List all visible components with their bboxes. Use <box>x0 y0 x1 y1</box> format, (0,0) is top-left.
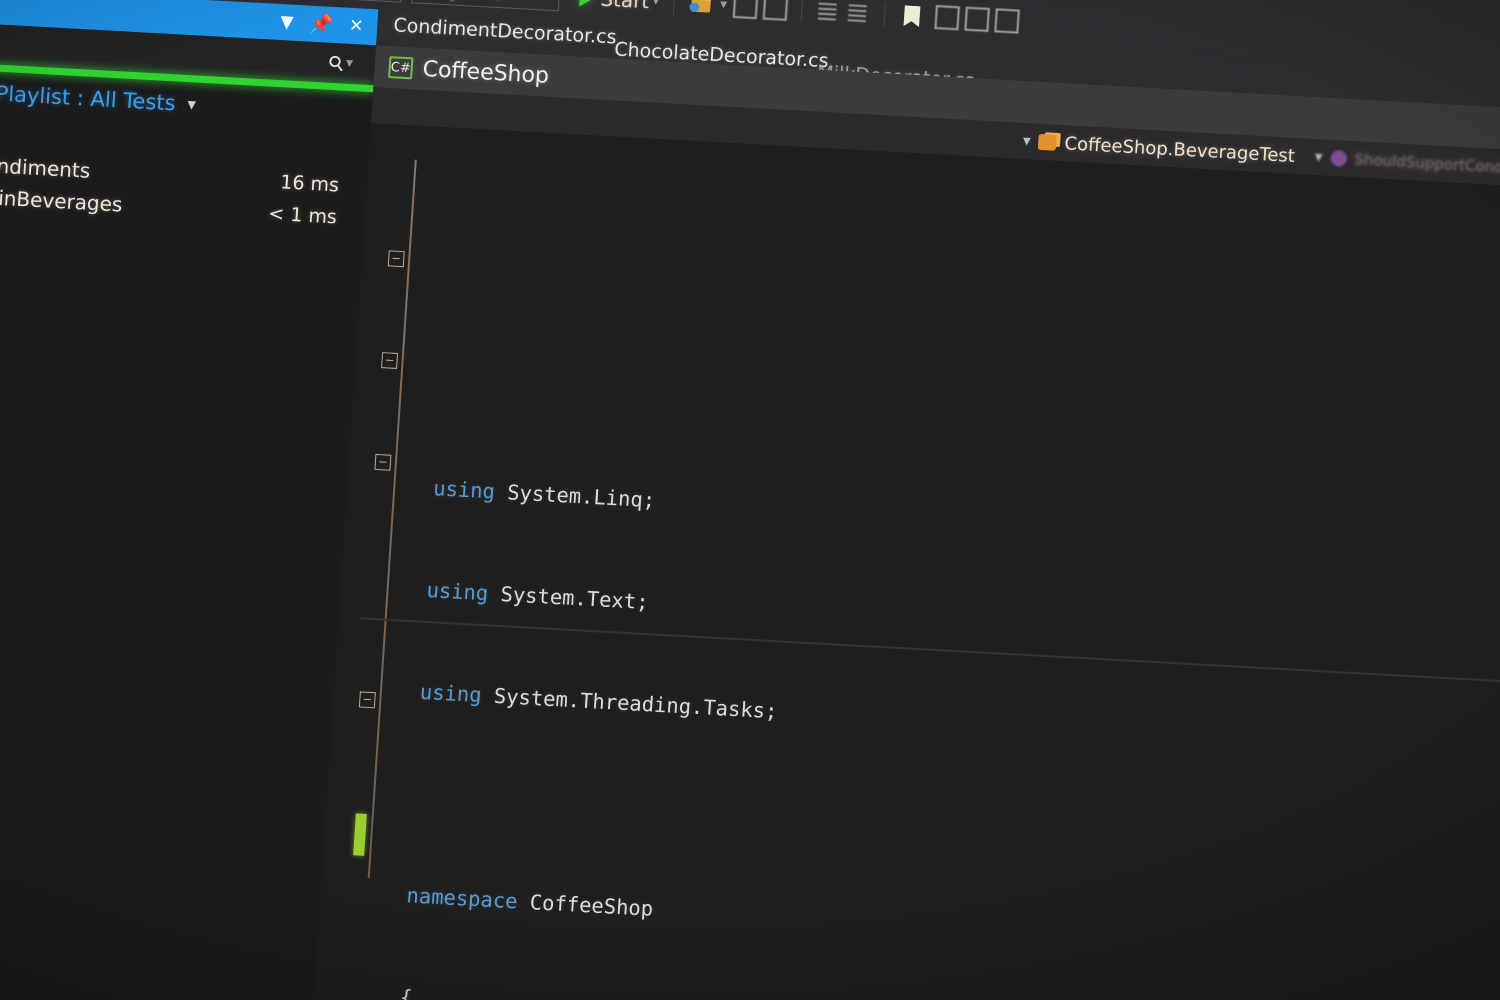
chevron-down-icon: ▼ <box>1022 135 1031 147</box>
code-line: using System.Threading.Tasks; <box>419 679 779 724</box>
play-icon <box>578 0 595 8</box>
chevron-down-icon[interactable]: ▼ <box>280 12 294 33</box>
csharp-file-icon: C# <box>388 56 414 80</box>
test-name: portCondiments <box>0 150 92 183</box>
playlist-selector[interactable]: Playlist : All Tests <box>0 82 176 116</box>
close-icon[interactable]: ✕ <box>349 15 365 36</box>
change-marker <box>353 813 367 856</box>
code-line: using System.Text; <box>425 577 650 615</box>
next-bookmark-icon[interactable] <box>963 6 990 32</box>
increase-indent-icon[interactable] <box>845 0 871 25</box>
toolbar-divider-4 <box>800 0 803 22</box>
fold-toggle-method-2[interactable]: – <box>358 691 376 709</box>
previous-bookmark-icon[interactable] <box>933 5 960 31</box>
find-in-files-icon[interactable] <box>687 0 719 19</box>
chevron-down-icon: ▼ <box>543 0 551 1</box>
toolbar-divider-5 <box>883 2 886 27</box>
find-dropdown-icon[interactable]: ▼ <box>720 0 728 10</box>
fold-toggle-method-1[interactable]: – <box>374 453 392 471</box>
collapse-guide-line <box>367 159 417 879</box>
playlist-dropdown-icon[interactable]: ▼ <box>187 98 196 111</box>
class-icon <box>1038 133 1058 151</box>
code-line: namespace CoffeeShop <box>405 883 654 921</box>
uncomment-icon[interactable] <box>762 0 788 21</box>
chevron-down-icon: ▼ <box>1314 151 1323 163</box>
active-document-label: CoffeeShop <box>421 56 550 89</box>
method-icon <box>1329 149 1347 167</box>
decrease-indent-icon[interactable] <box>815 0 841 24</box>
navigation-member-label: ShouldSupportCondiments() <box>1353 150 1500 180</box>
toggle-bookmark-icon[interactable] <box>898 1 930 31</box>
solution-configuration-combo[interactable]: Debug ▼ <box>291 0 403 3</box>
test-duration: < 1 ms <box>267 202 338 229</box>
visual-studio-window: Project Build Debug Team Tools Test Anal… <box>0 0 1500 1000</box>
pin-icon[interactable]: 📌 <box>309 12 334 35</box>
editor-area: CondimentDecorator.cs ChocolateDecorator… <box>308 9 1500 1000</box>
solution-platform-value: Any CPU <box>424 0 506 4</box>
start-debug-button[interactable]: Start ▼ <box>578 0 660 14</box>
photo-frame: Project Build Debug Team Tools Test Anal… <box>0 0 1500 1000</box>
test-name: portPlainBeverages <box>0 181 124 217</box>
start-dropdown-icon[interactable]: ▼ <box>652 0 660 7</box>
clear-bookmarks-icon[interactable] <box>993 8 1020 34</box>
search-icon[interactable]: ⚲ <box>324 49 350 77</box>
code-line: using System.Linq; <box>432 476 656 513</box>
toolbar-divider-3 <box>672 0 675 15</box>
navigation-type-label: CoffeeShop.BeverageTest <box>1063 132 1296 167</box>
code-line: { <box>399 985 414 1000</box>
test-explorer-panel: Test Explorer ▼ 📌 ✕ ⚲ ▼ ▼ Playlist : All… <box>0 0 379 1000</box>
code-editor-surface[interactable]: – – – – using System.Linq; using System.… <box>308 123 1500 1000</box>
fold-toggle-namespace[interactable]: – <box>387 250 405 268</box>
start-label: Start <box>600 0 650 13</box>
fold-toggle-class[interactable]: – <box>381 352 399 369</box>
test-duration: 16 ms <box>279 171 340 197</box>
comment-icon[interactable] <box>732 0 758 20</box>
